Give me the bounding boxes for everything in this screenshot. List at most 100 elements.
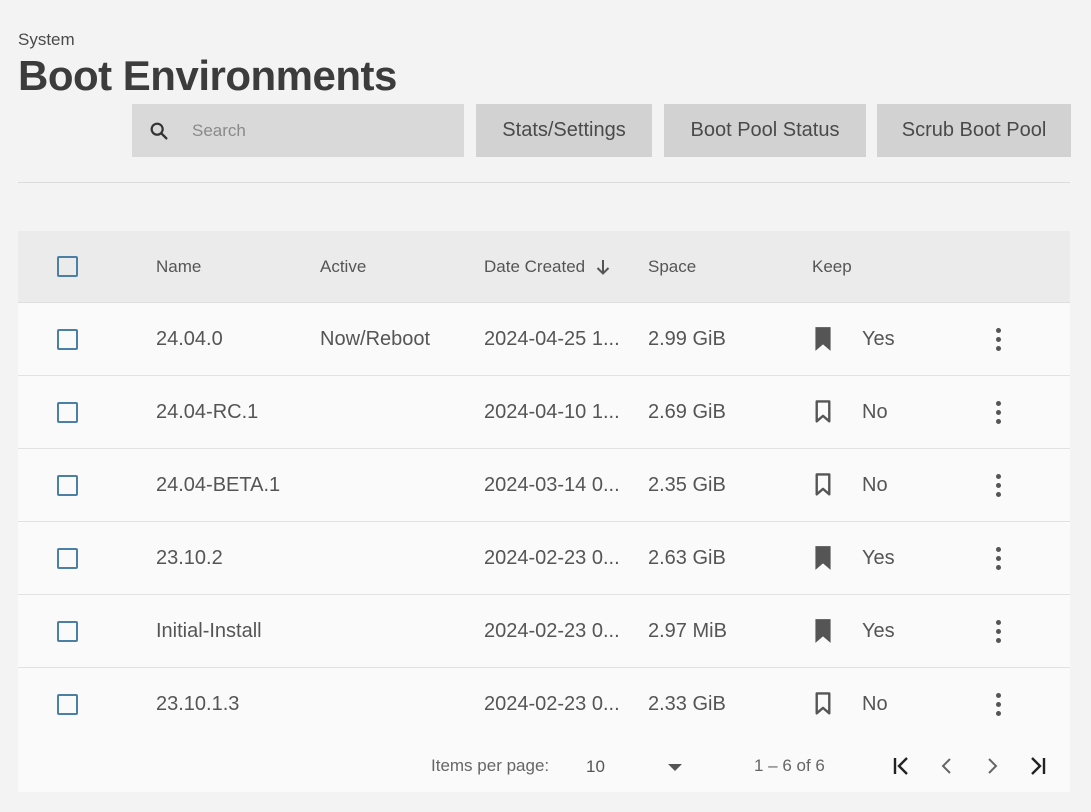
search-box[interactable]	[132, 104, 464, 157]
toolbar-divider	[18, 182, 1070, 183]
row-name: 23.10.1.3	[156, 692, 240, 715]
bookmark-filled-icon	[815, 619, 831, 643]
row-space: 2.99 GiB	[648, 327, 726, 350]
keep-toggle[interactable]	[812, 668, 834, 740]
row-actions-cell	[988, 303, 1008, 375]
previous-page-button[interactable]	[931, 750, 963, 782]
column-header-date-created-label: Date Created	[484, 256, 586, 276]
more-vert-icon[interactable]	[988, 686, 1008, 722]
keep-toggle[interactable]	[812, 449, 834, 521]
bookmark-outline-icon	[815, 473, 831, 496]
items-per-page-select[interactable]: 10	[586, 750, 696, 784]
row-actions-cell	[988, 449, 1008, 521]
row-date-created: 2024-02-23 0...	[484, 619, 620, 642]
row-name: Initial-Install	[156, 619, 262, 642]
keep-toggle[interactable]	[812, 376, 834, 448]
bookmark-outline-icon	[815, 400, 831, 423]
last-page-button[interactable]	[1021, 750, 1053, 782]
chevron-down-icon	[668, 764, 682, 771]
table-header: Name Active Date Created Space Keep	[18, 231, 1070, 303]
paginator: Items per page: 10 1 – 6 of 6	[18, 740, 1070, 792]
table-row[interactable]: 24.04-BETA.1 2024-03-14 0... 2.35 GiB No	[18, 449, 1070, 522]
next-page-button[interactable]	[976, 750, 1008, 782]
table-row[interactable]: 24.04.0 Now/Reboot 2024-04-25 1... 2.99 GiB…	[18, 303, 1070, 376]
select-all-checkbox[interactable]	[57, 256, 78, 277]
arrow-down-icon	[596, 259, 610, 275]
row-checkbox[interactable]	[57, 401, 78, 423]
chevron-right-icon	[988, 758, 998, 774]
column-header-name[interactable]: Name	[156, 231, 201, 302]
keep-toggle[interactable]	[812, 303, 834, 375]
row-actions-cell	[988, 668, 1008, 740]
row-checkbox[interactable]	[57, 547, 78, 569]
row-name: 24.04-BETA.1	[156, 473, 281, 496]
items-per-page-value: 10	[586, 757, 605, 776]
search-icon	[150, 122, 168, 140]
row-space: 2.63 GiB	[648, 546, 726, 569]
row-keep-label: Yes	[862, 327, 895, 350]
page-title: Boot Environments	[18, 52, 397, 99]
last-page-icon	[1031, 757, 1046, 775]
row-checkbox[interactable]	[57, 693, 78, 715]
scrub-boot-pool-button[interactable]: Scrub Boot Pool	[877, 104, 1071, 157]
row-name: 24.04.0	[156, 327, 223, 350]
row-keep-label: No	[862, 400, 888, 423]
row-checkbox[interactable]	[57, 620, 78, 642]
row-keep-label: No	[862, 692, 888, 715]
row-date-created: 2024-02-23 0...	[484, 692, 620, 715]
chevron-left-icon	[941, 758, 951, 774]
row-checkbox-cell	[57, 449, 78, 521]
table-row[interactable]: Initial-Install 2024-02-23 0... 2.97 MiB Ye…	[18, 595, 1070, 668]
table-row[interactable]: 23.10.2 2024-02-23 0... 2.63 GiB Yes	[18, 522, 1070, 595]
row-name: 23.10.2	[156, 546, 223, 569]
boot-pool-status-button[interactable]: Boot Pool Status	[664, 104, 866, 157]
row-active: Now/Reboot	[320, 327, 431, 350]
stats-settings-button[interactable]: Stats/Settings	[476, 104, 652, 157]
row-checkbox-cell	[57, 376, 78, 448]
row-date-created: 2024-02-23 0...	[484, 546, 620, 569]
column-header-date-created[interactable]: Date Created	[484, 231, 611, 302]
select-all-cell	[57, 231, 78, 302]
column-header-space[interactable]: Space	[648, 231, 696, 302]
row-space: 2.33 GiB	[648, 692, 726, 715]
column-header-active[interactable]: Active	[320, 231, 366, 302]
row-keep-label: Yes	[862, 546, 895, 569]
row-keep-label: No	[862, 473, 888, 496]
table-row[interactable]: 24.04-RC.1 2024-04-10 1... 2.69 GiB No	[18, 376, 1070, 449]
more-vert-icon[interactable]	[988, 394, 1008, 430]
more-vert-icon[interactable]	[988, 613, 1008, 649]
column-header-keep[interactable]: Keep	[812, 231, 852, 302]
row-space: 2.97 MiB	[648, 619, 727, 642]
row-date-created: 2024-04-25 1...	[484, 327, 620, 350]
more-vert-icon[interactable]	[988, 321, 1008, 357]
more-vert-icon[interactable]	[988, 540, 1008, 576]
row-name: 24.04-RC.1	[156, 400, 259, 423]
row-date-created: 2024-04-10 1...	[484, 400, 620, 423]
row-space: 2.69 GiB	[648, 400, 726, 423]
keep-toggle[interactable]	[812, 522, 834, 594]
row-keep-label: Yes	[862, 619, 895, 642]
keep-toggle[interactable]	[812, 595, 834, 667]
row-checkbox[interactable]	[57, 474, 78, 496]
row-actions-cell	[988, 595, 1008, 667]
row-actions-cell	[988, 376, 1008, 448]
row-date-created: 2024-03-14 0...	[484, 473, 620, 496]
first-page-icon	[893, 757, 908, 775]
row-actions-cell	[988, 522, 1008, 594]
bookmark-filled-icon	[815, 327, 831, 351]
page-range: 1 – 6 of 6	[754, 756, 825, 775]
first-page-button[interactable]	[886, 750, 918, 782]
table-row[interactable]: 23.10.1.3 2024-02-23 0... 2.33 GiB No	[18, 668, 1070, 741]
search-input[interactable]	[190, 119, 444, 142]
boot-environments-table: Name Active Date Created Space Keep 24.0…	[18, 231, 1070, 792]
bookmark-outline-icon	[815, 692, 831, 715]
row-checkbox-cell	[57, 303, 78, 375]
row-space: 2.35 GiB	[648, 473, 726, 496]
breadcrumb: System	[18, 30, 75, 49]
items-per-page-label: Items per page:	[431, 756, 550, 775]
row-checkbox[interactable]	[57, 328, 78, 350]
more-vert-icon[interactable]	[988, 467, 1008, 503]
row-checkbox-cell	[57, 595, 78, 667]
bookmark-filled-icon	[815, 546, 831, 570]
row-checkbox-cell	[57, 522, 78, 594]
